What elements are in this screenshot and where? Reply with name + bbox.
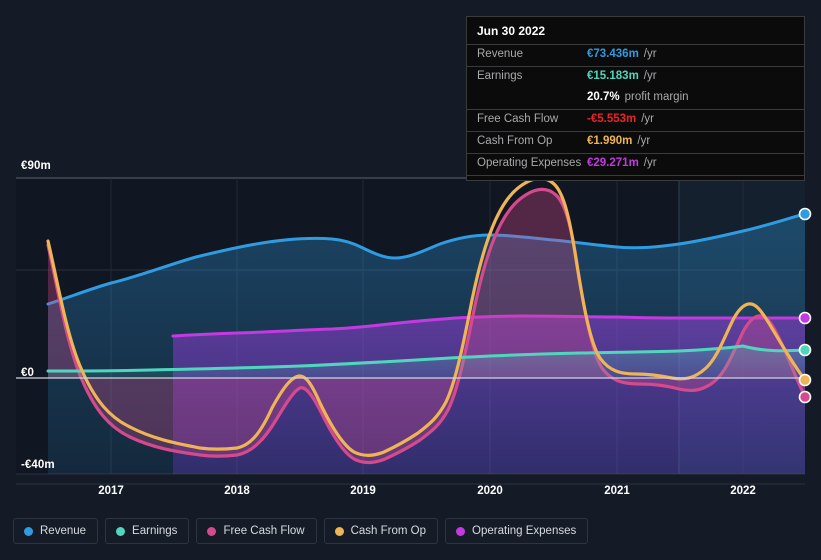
x-axis-tick-2022: 2022: [730, 485, 756, 497]
legend-label-cash-from-op: Cash From Op: [350, 525, 427, 537]
legend-item-operating-expenses[interactable]: Operating Expenses: [445, 518, 589, 544]
legend-label-earnings: Earnings: [132, 525, 178, 537]
tooltip-value-revenue: €73.436m: [587, 48, 639, 60]
legend-item-revenue[interactable]: Revenue: [13, 518, 99, 544]
tooltip-unit-operating-expenses: /yr: [643, 157, 657, 169]
x-axis-tick-2018: 2018: [224, 485, 250, 497]
tooltip-unit-free-cash-flow: /yr: [641, 113, 655, 125]
legend-dot-cash-from-op-icon: [334, 526, 344, 536]
y-axis-label-top: €90m: [21, 160, 51, 172]
y-axis-label-bottom: -€40m: [21, 459, 55, 471]
tooltip-label-operating-expenses: Operating Expenses: [477, 157, 582, 169]
tooltip-row-earnings: Earnings €15.183m /yr: [467, 66, 804, 88]
x-axis-tick-2017: 2017: [98, 485, 124, 497]
legend-dot-earnings-icon: [116, 526, 126, 536]
legend-label-revenue: Revenue: [40, 525, 87, 537]
legend-item-earnings[interactable]: Earnings: [105, 518, 190, 544]
x-axis-tick-2020: 2020: [477, 485, 503, 497]
x-axis-tick-2019: 2019: [350, 485, 376, 497]
tooltip-value-free-cash-flow: -€5.553m: [587, 113, 637, 125]
tooltip-unit-revenue: /yr: [643, 48, 657, 60]
y-axis-label-zero: €0: [21, 367, 34, 379]
tooltip-row-profit-margin: 20.7% profit margin: [467, 88, 804, 109]
legend-item-free-cash-flow[interactable]: Free Cash Flow: [196, 518, 317, 544]
tooltip-row-operating-expenses: Operating Expenses €29.271m /yr: [467, 153, 804, 176]
chart-tooltip: Jun 30 2022 Revenue €73.436m /yr Earning…: [466, 16, 805, 181]
legend-label-free-cash-flow: Free Cash Flow: [223, 525, 305, 537]
tooltip-date: Jun 30 2022: [477, 24, 546, 38]
chart-legend: Revenue Earnings Free Cash Flow Cash Fro…: [13, 518, 589, 544]
tooltip-value-earnings: €15.183m: [587, 70, 639, 82]
tooltip-unit-cash-from-op: /yr: [637, 135, 651, 147]
endpoint-cash-from-op: [798, 373, 812, 387]
endpoint-earnings: [798, 343, 812, 357]
legend-item-cash-from-op[interactable]: Cash From Op: [323, 518, 439, 544]
tooltip-value-cash-from-op: €1.990m: [587, 135, 633, 147]
tooltip-label-free-cash-flow: Free Cash Flow: [477, 113, 559, 125]
legend-dot-free-cash-flow-icon: [207, 526, 217, 536]
legend-dot-operating-expenses-icon: [456, 526, 466, 536]
tooltip-label-cash-from-op: Cash From Op: [477, 135, 553, 147]
tooltip-value-operating-expenses: €29.271m: [587, 157, 639, 169]
tooltip-unit-profit-margin: profit margin: [624, 91, 689, 103]
tooltip-row-free-cash-flow: Free Cash Flow -€5.553m /yr: [467, 109, 804, 131]
endpoint-revenue: [798, 207, 812, 221]
endpoint-operating-expenses: [798, 311, 812, 325]
tooltip-label-earnings: Earnings: [477, 70, 523, 82]
tooltip-row-revenue: Revenue €73.436m /yr: [467, 44, 804, 66]
tooltip-value-profit-margin: 20.7%: [587, 91, 620, 103]
tooltip-row-cash-from-op: Cash From Op €1.990m /yr: [467, 131, 804, 153]
tooltip-unit-earnings: /yr: [643, 70, 657, 82]
financial-chart: €90m €0 -€40m 2017 2018 2019 2020 2021 2…: [0, 0, 821, 560]
endpoint-free-cash-flow: [798, 390, 812, 404]
legend-label-operating-expenses: Operating Expenses: [472, 525, 577, 537]
x-axis-tick-2021: 2021: [604, 485, 630, 497]
tooltip-label-revenue: Revenue: [477, 48, 524, 60]
legend-dot-revenue-icon: [24, 526, 33, 536]
